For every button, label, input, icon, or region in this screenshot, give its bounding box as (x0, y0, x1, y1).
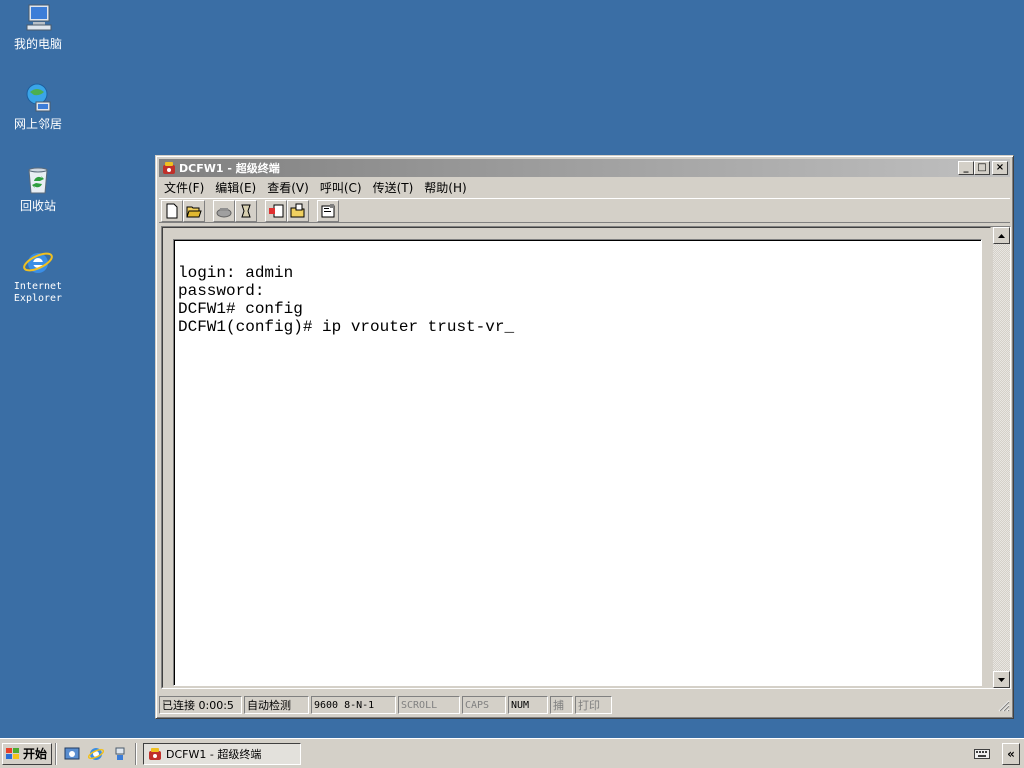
menu-help[interactable]: 帮助(H) (424, 179, 466, 196)
system-tray: « (970, 742, 1024, 765)
desktop-icon-label: 回收站 (19, 199, 56, 213)
hyperterminal-app-icon (149, 747, 162, 760)
start-label: 开始 (23, 747, 48, 761)
menu-transfer[interactable]: 传送(T) (373, 179, 414, 196)
menu-call[interactable]: 呼叫(C) (320, 179, 362, 196)
status-connected-time: 已连接 0:00:5 (159, 696, 242, 714)
start-button[interactable]: 开始 (2, 742, 53, 765)
properties-button[interactable] (317, 199, 339, 222)
status-print: 打印 (575, 696, 612, 714)
desktop-icon-label: 我的电脑 (13, 37, 62, 51)
desktop-icon-my-computer[interactable]: 我的电脑 (0, 2, 76, 51)
resize-grip-icon[interactable] (996, 698, 1010, 712)
new-connection-button[interactable] (161, 199, 183, 222)
dial-button[interactable] (235, 199, 257, 222)
tray-expand-button[interactable]: « (1002, 742, 1020, 765)
recycle-bin-icon (28, 167, 48, 194)
receive-icon (290, 203, 305, 217)
keyboard-icon[interactable] (974, 748, 990, 760)
menu-view[interactable]: 查看(V) (267, 179, 309, 196)
receive-button[interactable] (287, 199, 309, 222)
network-places-icon (26, 83, 51, 112)
terminal-screen[interactable]: login: admin password: DCFW1# config DCF… (173, 239, 982, 686)
windows-logo-icon (6, 747, 19, 759)
hyperterminal-window[interactable]: DCFW1 - 超级终端 _ □ × 文件(F) 编辑(E) 查看(V) 呼叫(… (155, 155, 1014, 719)
open-icon (186, 206, 202, 217)
quicklaunch-explorer[interactable] (111, 745, 129, 763)
arrow-down-icon (998, 677, 1005, 682)
terminal-frame: login: admin password: DCFW1# config DCF… (162, 227, 991, 688)
status-capture: 捕 (550, 696, 573, 714)
scroll-up-button[interactable] (993, 227, 1010, 244)
menu-file[interactable]: 文件(F) (164, 179, 204, 196)
send-button[interactable] (265, 199, 287, 222)
taskbar: 开始 DCFW1 - 超级终端 « (0, 738, 1024, 768)
quicklaunch-internet-explorer[interactable] (87, 745, 105, 763)
dial-icon (241, 204, 251, 217)
status-scroll: SCROLL (398, 696, 460, 714)
title-bar[interactable]: DCFW1 - 超级终端 _ □ × (159, 159, 1010, 177)
scroll-down-button[interactable] (993, 671, 1010, 688)
new-connection-icon (166, 203, 178, 218)
minimize-button[interactable]: _ (958, 161, 974, 175)
taskbar-button-hyperterminal[interactable]: DCFW1 - 超级终端 (143, 742, 302, 765)
show-desktop-icon (64, 747, 80, 759)
status-bar: 已连接 0:00:5 自动检测 9600 8-N-1 SCROLL CAPS N… (159, 695, 1010, 715)
close-button[interactable]: × (992, 161, 1008, 175)
open-button[interactable] (183, 199, 205, 222)
explorer-icon (115, 747, 125, 760)
desktop-icon-recycle-bin[interactable]: 回收站 (0, 164, 76, 213)
status-num: NUM (508, 696, 548, 714)
window-title: DCFW1 - 超级终端 (179, 162, 280, 175)
quicklaunch-separator (55, 742, 58, 765)
maximize-button[interactable]: □ (974, 161, 990, 175)
desktop-icon-network-places[interactable]: 网上邻居 (0, 82, 76, 131)
quicklaunch-show-desktop[interactable] (63, 745, 81, 763)
internet-explorer-icon (23, 252, 53, 273)
status-port-settings: 9600 8-N-1 (311, 696, 396, 714)
status-caps: CAPS (462, 696, 506, 714)
properties-icon (321, 203, 335, 217)
toolbar (159, 198, 1010, 223)
menu-bar: 文件(F) 编辑(E) 查看(V) 呼叫(C) 传送(T) 帮助(H) (159, 178, 1010, 197)
vertical-scrollbar[interactable] (993, 227, 1010, 688)
send-icon (269, 204, 284, 217)
disconnect-icon (216, 207, 232, 217)
arrow-up-icon (998, 233, 1005, 238)
disconnect-button[interactable] (213, 199, 235, 222)
desktop-icon-internet-explorer[interactable]: Internet Explorer (0, 246, 76, 305)
my-computer-icon (26, 4, 52, 31)
menu-edit[interactable]: 编辑(E) (215, 179, 256, 196)
taskbar-button-label: DCFW1 - 超级终端 (166, 747, 262, 761)
internet-explorer-icon (88, 747, 105, 760)
terminal-panel: login: admin password: DCFW1# config DCF… (161, 226, 1011, 689)
quicklaunch-separator (135, 742, 138, 765)
desktop-icon-label: 网上邻居 (13, 117, 62, 131)
status-auto-detect: 自动检测 (244, 696, 309, 714)
desktop-icon-label: Internet Explorer (13, 281, 63, 304)
hyperterminal-app-icon (163, 162, 175, 174)
